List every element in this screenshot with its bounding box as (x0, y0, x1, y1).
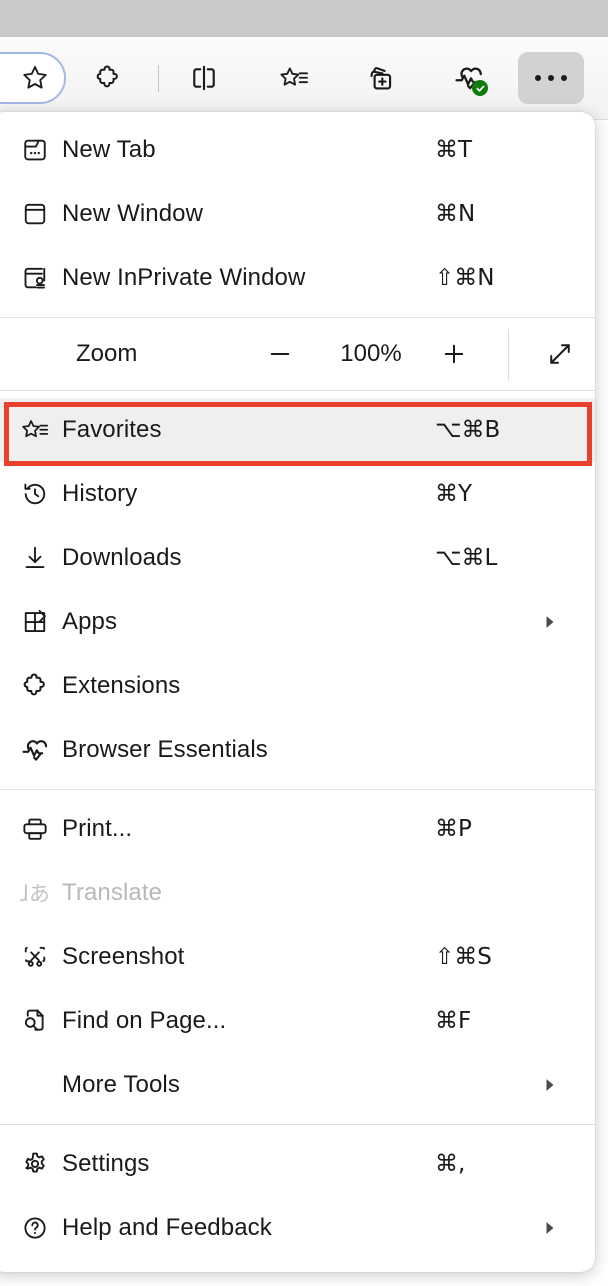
menu-item-history[interactable]: History ⌘Y (0, 462, 595, 526)
fullscreen-icon[interactable] (538, 332, 582, 376)
menu-item-new-window[interactable]: New Window ⌘N (0, 182, 595, 246)
toolbar-divider (158, 65, 159, 92)
menu-item-label: Downloads (62, 544, 182, 571)
menu-item-favorites[interactable]: Favorites ⌥⌘B (0, 398, 595, 462)
menu-divider (0, 317, 595, 318)
menu-item-label: Help and Feedback (62, 1214, 272, 1241)
zoom-row: Zoom 100% (0, 325, 595, 383)
new-window-icon (0, 199, 62, 229)
menu-item-find-on-page[interactable]: Find on Page... ⌘F (0, 989, 595, 1053)
split-screen-icon[interactable] (178, 52, 230, 104)
menu-item-shortcut: ⌘, (435, 1151, 466, 1177)
menu-divider (0, 390, 595, 391)
menu-item-new-inprivate-window[interactable]: New InPrivate Window ⇧⌘N (0, 246, 595, 310)
menu-item-shortcut: ⌥⌘B (435, 417, 501, 443)
menu-item-extensions[interactable]: Extensions (0, 654, 595, 718)
menu-item-help-and-feedback[interactable]: Help and Feedback (0, 1196, 595, 1260)
extensions-icon[interactable] (82, 52, 134, 104)
menu-item-shortcut: ⇧⌘S (435, 944, 492, 970)
menu-item-label: Apps (62, 608, 118, 635)
new-tab-icon (0, 135, 62, 165)
favorites-icon (0, 415, 62, 445)
menu-item-label: Find on Page... (62, 1007, 227, 1034)
menu-item-label: Extensions (62, 672, 181, 699)
menu-item-shortcut: ⇧⌘N (435, 265, 495, 291)
menu-item-translate: ɺあ Translate (0, 861, 595, 925)
browser-toolbar (0, 37, 608, 120)
menu-item-shortcut: ⌘P (435, 816, 472, 842)
downloads-icon (0, 543, 62, 573)
browser-essentials-icon (0, 734, 62, 766)
menu-item-label: New InPrivate Window (62, 264, 306, 291)
menu-item-shortcut: ⌘T (435, 137, 473, 163)
zoom-in-button[interactable] (432, 332, 476, 376)
settings-gear-icon (0, 1149, 62, 1179)
menu-item-label: New Tab (62, 136, 156, 163)
menu-item-more-tools[interactable]: More Tools (0, 1053, 595, 1117)
menu-item-label: Browser Essentials (62, 736, 268, 763)
zoom-divider (508, 329, 509, 381)
menu-item-shortcut: ⌘Y (435, 481, 473, 507)
zoom-label: Zoom (76, 340, 138, 367)
menu-item-label: Favorites (62, 416, 162, 443)
menu-item-shortcut: ⌘F (435, 1008, 472, 1034)
menu-item-label: More Tools (62, 1071, 180, 1098)
menu-item-new-tab[interactable]: New Tab ⌘T (0, 118, 595, 182)
menu-item-label: New Window (62, 200, 204, 227)
menu-item-settings[interactable]: Settings ⌘, (0, 1132, 595, 1196)
collections-icon[interactable] (355, 52, 407, 104)
menu-item-shortcut: ⌘N (435, 201, 476, 227)
menu-item-apps[interactable]: Apps (0, 590, 595, 654)
settings-and-more-menu: New Tab ⌘T New Window ⌘N New InPrivate W… (0, 112, 595, 1272)
zoom-level-value: 100% (340, 340, 402, 367)
favorites-bar-icon[interactable] (268, 52, 320, 104)
browser-essentials-icon[interactable] (443, 52, 495, 104)
menu-divider (0, 1124, 595, 1125)
menu-item-screenshot[interactable]: Screenshot ⇧⌘S (0, 925, 595, 989)
more-options-icon[interactable] (518, 52, 584, 104)
chevron-right-icon (541, 1221, 557, 1235)
menu-item-shortcut: ⌥⌘L (435, 545, 498, 571)
chevron-right-icon (541, 1078, 557, 1092)
extensions-icon (0, 671, 62, 701)
essentials-check-badge (472, 80, 488, 96)
apps-icon (0, 607, 62, 637)
favorites-star-icon[interactable] (0, 52, 66, 104)
menu-item-browser-essentials[interactable]: Browser Essentials (0, 718, 595, 782)
ellipsis-glyph (535, 75, 567, 81)
menu-item-downloads[interactable]: Downloads ⌥⌘L (0, 526, 595, 590)
screenshot-icon (0, 942, 62, 972)
desktop-background (0, 0, 608, 37)
inprivate-window-icon (0, 263, 62, 293)
menu-item-label: Translate (62, 879, 163, 906)
find-on-page-icon (0, 1006, 62, 1036)
zoom-out-button[interactable] (258, 332, 302, 376)
menu-item-print[interactable]: Print... ⌘P (0, 797, 595, 861)
history-icon (0, 479, 62, 509)
print-icon (0, 814, 62, 844)
help-feedback-icon (0, 1213, 62, 1243)
menu-item-label: Screenshot (62, 943, 185, 970)
menu-item-label: Print... (62, 815, 133, 842)
translate-icon: ɺあ (20, 882, 50, 906)
menu-item-label: History (62, 480, 138, 507)
menu-item-label: Settings (62, 1150, 150, 1177)
chevron-right-icon (541, 615, 557, 629)
menu-divider (0, 789, 595, 790)
